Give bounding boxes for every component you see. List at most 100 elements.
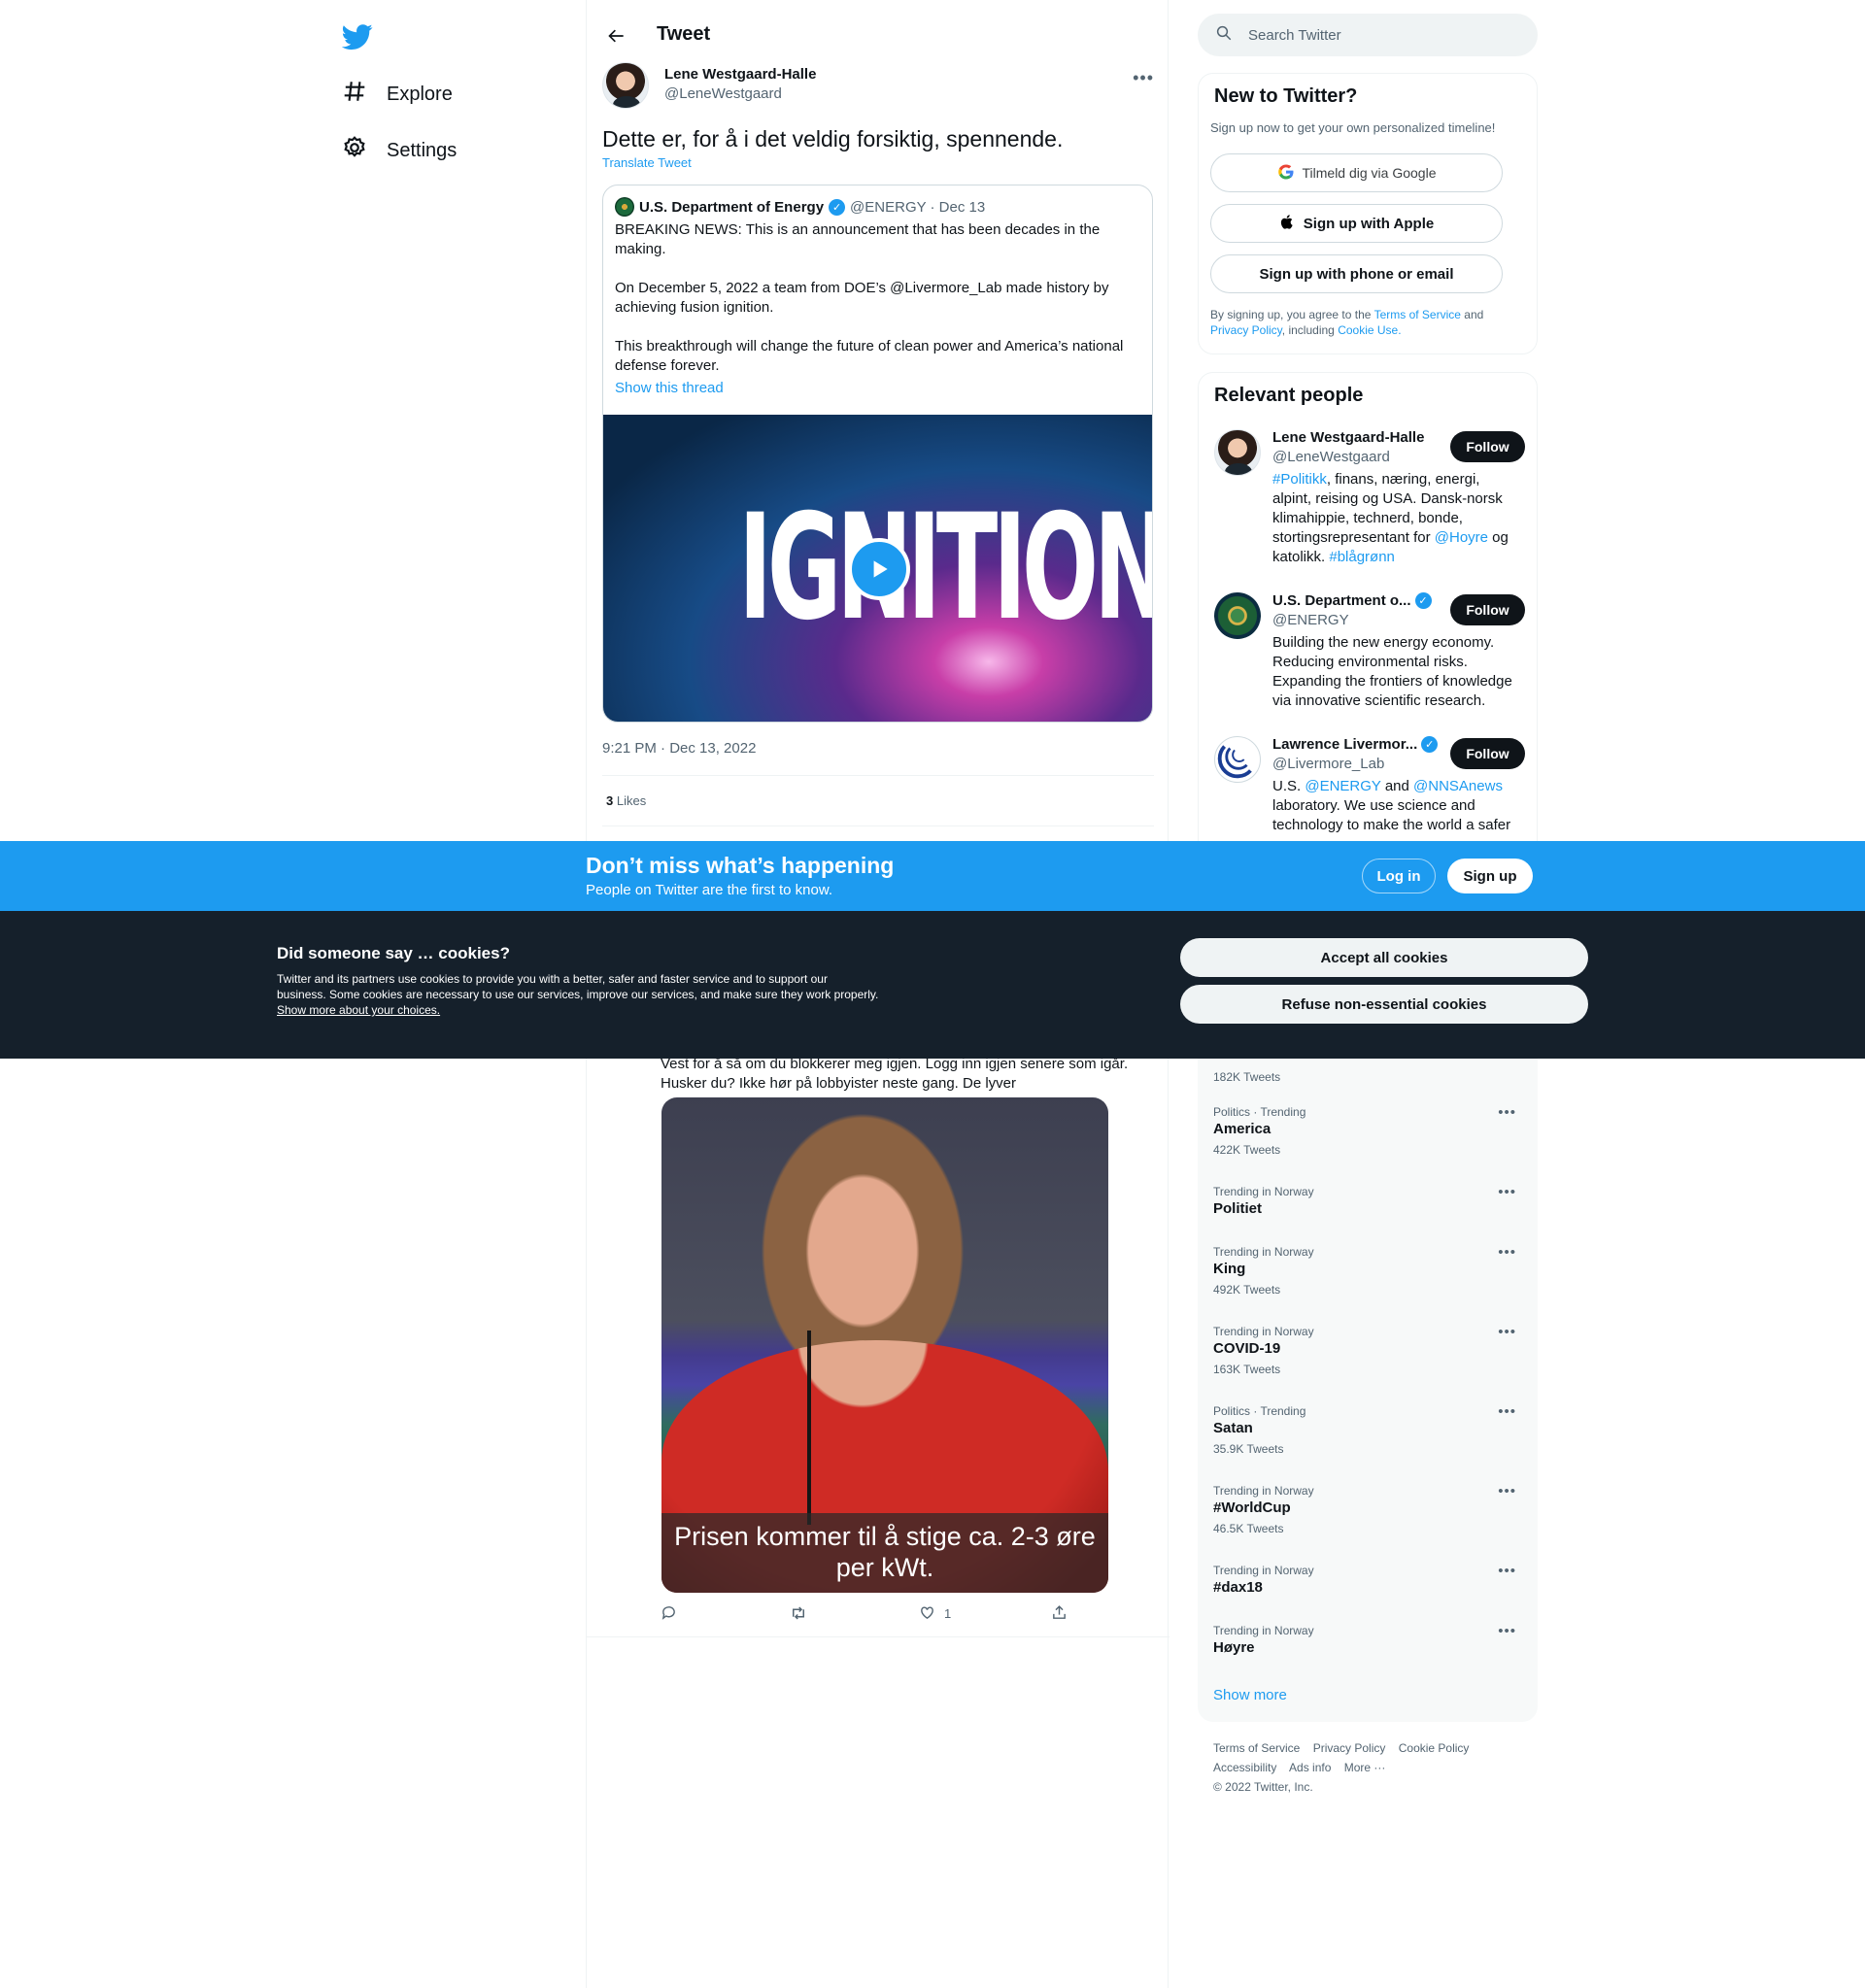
more-options-icon[interactable]: ••• [1498, 1324, 1516, 1340]
person-name: Lawrence Livermor... [1272, 736, 1418, 753]
banner-subtitle: People on Twitter are the first to know. [586, 882, 833, 898]
trend-item[interactable]: 182K Tweets [1213, 1066, 1524, 1085]
nav-settings[interactable]: Settings [342, 131, 457, 170]
follow-button[interactable]: Follow [1450, 594, 1525, 625]
trend-context: Trending in Norway [1213, 1325, 1314, 1338]
reply-text-line-2: Husker du? Ikke hør på lobbyister neste … [661, 1075, 1017, 1092]
more-options-icon[interactable]: ••• [1498, 1184, 1516, 1200]
person-card[interactable]: Lene Westgaard-Halle @LeneWestgaard Foll… [1214, 429, 1525, 575]
more-options-icon[interactable]: ••• [1498, 1104, 1516, 1121]
retweet-icon[interactable] [790, 1604, 807, 1625]
avatar[interactable] [1214, 429, 1261, 476]
follow-button[interactable]: Follow [1450, 431, 1525, 462]
search-placeholder: Search Twitter [1248, 26, 1341, 44]
trend-item[interactable]: Politics · Trending America 422K Tweets … [1213, 1104, 1524, 1158]
footer-more-link[interactable]: More ··· [1344, 1761, 1386, 1774]
trend-item[interactable]: Trending in Norway Høyre ••• [1213, 1623, 1524, 1658]
person-handle[interactable]: @LeneWestgaard [1272, 449, 1390, 465]
person-bio: #Politikk, finans, næring, energi, alpin… [1272, 470, 1521, 567]
person-handle[interactable]: @Livermore_Lab [1272, 756, 1384, 772]
refuse-cookies-button[interactable]: Refuse non-essential cookies [1180, 985, 1588, 1024]
twitter-logo-icon[interactable] [341, 21, 373, 52]
avatar[interactable] [1214, 736, 1261, 783]
hashtag-link[interactable]: #Politikk [1272, 471, 1327, 488]
more-options-icon[interactable]: ••• [1498, 1623, 1516, 1639]
microphone [807, 1331, 811, 1525]
trend-item[interactable]: Trending in Norway #WorldCup 46.5K Tweet… [1213, 1483, 1524, 1536]
trend-item[interactable]: Trending in Norway Politiet ••• [1213, 1184, 1524, 1219]
trend-item[interactable]: Trending in Norway King 492K Tweets ••• [1213, 1244, 1524, 1297]
footer-links: Terms of Service Privacy Policy Cookie P… [1213, 1738, 1524, 1797]
search-input[interactable]: Search Twitter [1198, 14, 1538, 56]
trend-title: Høyre [1213, 1639, 1255, 1656]
avatar[interactable] [1214, 592, 1261, 639]
more-options-icon[interactable]: ••• [1498, 1483, 1516, 1499]
bio-text: laboratory. We use science and technolog… [1272, 797, 1511, 833]
person-bio: Building the new energy economy. Reducin… [1272, 634, 1512, 709]
login-button[interactable]: Log in [1362, 859, 1436, 893]
more-options-icon[interactable]: ••• [1498, 1403, 1516, 1420]
quoted-author-name: U.S. Department of Energy [639, 198, 825, 216]
page-title: Tweet [657, 23, 711, 45]
terms-link[interactable]: Terms of Service [1374, 308, 1461, 321]
person-handle[interactable]: @ENERGY [1272, 612, 1349, 628]
apple-signup-button[interactable]: Sign up with Apple [1210, 204, 1503, 243]
trend-item[interactable]: Trending in Norway #dax18 ••• [1213, 1563, 1524, 1598]
play-icon[interactable] [848, 538, 910, 600]
more-options-icon[interactable]: ••• [1498, 1563, 1516, 1579]
google-signup-button[interactable]: Tilmeld dig via Google [1210, 153, 1503, 192]
nav-explore[interactable]: Explore [342, 75, 453, 114]
person-card[interactable]: U.S. Department o... ✓ @ENERGY Follow Bui… [1214, 592, 1525, 719]
author-name[interactable]: Lene Westgaard-Halle [664, 66, 816, 83]
mention-link[interactable]: @Hoyre [1435, 529, 1488, 546]
footer-cookie-link[interactable]: Cookie Policy [1399, 1741, 1470, 1755]
quoted-tweet[interactable]: U.S. Department of Energy ✓ @ENERGY · De… [602, 185, 1153, 723]
footer-ads-link[interactable]: Ads info [1289, 1761, 1331, 1774]
reply-tweet[interactable]: Vest for å så om du blokkerer meg igjen.… [587, 1020, 1170, 1637]
quoted-tweet-body: BREAKING NEWS: This is an announcement t… [615, 220, 1139, 395]
trend-item[interactable]: Politics · Trending Satan 35.9K Tweets •… [1213, 1403, 1524, 1457]
nav-explore-label: Explore [387, 83, 453, 105]
panel-title: New to Twitter? [1214, 85, 1358, 107]
trends-panel: 182K Tweets Politics · Trending America … [1198, 994, 1538, 1722]
legal-including: , including [1281, 323, 1335, 337]
person-name-row[interactable]: Lawrence Livermor... ✓ [1272, 736, 1439, 753]
cookie-choices-link[interactable]: Show more about your choices. [277, 1003, 440, 1017]
back-arrow-icon[interactable] [602, 21, 631, 51]
trend-context: Trending in Norway [1213, 1245, 1314, 1259]
author-handle[interactable]: @LeneWestgaard [664, 85, 782, 102]
likes-count[interactable]: 3 Likes [606, 793, 646, 808]
footer-accessibility-link[interactable]: Accessibility [1213, 1761, 1276, 1774]
accept-cookies-button[interactable]: Accept all cookies [1180, 938, 1588, 977]
person-name[interactable]: Lene Westgaard-Halle [1272, 429, 1424, 446]
person-card[interactable]: Lawrence Livermor... ✓ @Livermore_Lab Fol… [1214, 736, 1525, 843]
phone-email-signup-button[interactable]: Sign up with phone or email [1210, 254, 1503, 293]
person-name-row[interactable]: U.S. Department o... ✓ [1272, 592, 1432, 609]
trend-item[interactable]: Trending in Norway COVID-19 163K Tweets … [1213, 1324, 1524, 1377]
avatar[interactable] [602, 62, 649, 109]
mention-link[interactable]: @NNSAnews [1413, 778, 1503, 794]
video-thumbnail[interactable]: IGNITION [603, 415, 1152, 722]
cookie-use-link[interactable]: Cookie Use. [1338, 323, 1401, 337]
privacy-link[interactable]: Privacy Policy [1210, 323, 1282, 337]
more-options-icon[interactable]: ••• [1133, 68, 1154, 88]
show-thread-link[interactable]: Show this thread [615, 380, 724, 396]
hashtag-link[interactable]: #blågrønn [1329, 549, 1395, 565]
share-icon[interactable] [1051, 1604, 1068, 1624]
footer-terms-link[interactable]: Terms of Service [1213, 1741, 1300, 1755]
reply-icon[interactable] [661, 1604, 677, 1624]
tweet-timestamp[interactable]: 9:21 PM · Dec 13, 2022 [602, 740, 756, 757]
more-options-icon[interactable]: ••• [1498, 1244, 1516, 1261]
mention-link[interactable]: @ENERGY [1305, 778, 1380, 794]
like-icon[interactable] [919, 1604, 935, 1624]
translate-tweet-link[interactable]: Translate Tweet [602, 155, 692, 170]
reply-video[interactable]: Prisen kommer til å stige ca. 2-3 øre pe… [661, 1097, 1108, 1593]
trend-title: America [1213, 1121, 1272, 1137]
bio-text: and [1380, 778, 1414, 794]
doe-avatar-icon [615, 197, 634, 217]
footer-privacy-link[interactable]: Privacy Policy [1313, 1741, 1386, 1755]
follow-button[interactable]: Follow [1450, 738, 1525, 769]
signup-button[interactable]: Sign up [1447, 859, 1533, 893]
show-more-link[interactable]: Show more [1213, 1687, 1287, 1703]
trend-count: 422K Tweets [1213, 1143, 1281, 1157]
